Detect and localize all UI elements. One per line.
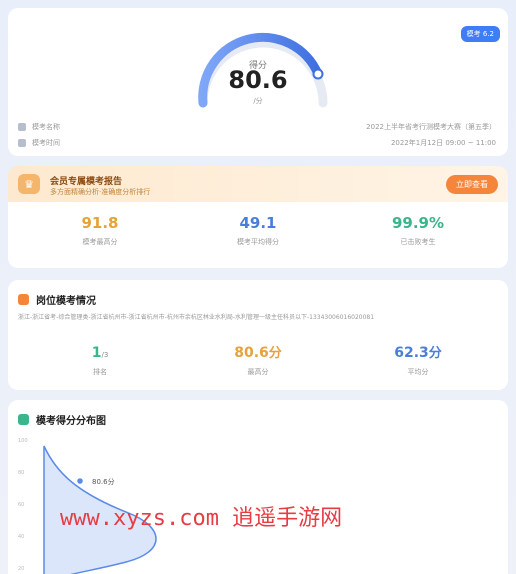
exam-name-label: 模考名称 [32,123,60,131]
stat-average-value: 49.1 [239,214,277,232]
rank-label: 排名 [93,368,107,376]
member-report-banner[interactable]: ♛ 会员专属模考报告 多方面精确分析·准确度分析排行 立即查看 [8,166,508,202]
score-unit: /分 [253,97,263,105]
distribution-card: 模考得分分布图 100 80 60 40 20 80.6分 [8,400,508,574]
exam-name-value: 2022上半年省考行测模考大赛（第五季） [366,123,496,131]
position-title: 岗位模考情况 [18,292,96,307]
position-average-label: 平均分 [407,368,429,376]
score-value: 80.6 [228,66,288,94]
score-card: 模考 6.2 得分 80.6 /分 模考名称 2022上半年省考行测模考大赛（第… [8,8,508,156]
exam-stats-card: 91.8 模考最高分 49.1 模考平均得分 99.9% 已击败考生 [8,202,508,268]
position-highest-value: 80.6 [234,345,269,361]
stat-beaten-label: 已击败考生 [400,238,436,246]
y-tick-80: 80 [18,470,24,476]
stat-beaten: 99.9% 已击败考生 [338,214,498,247]
distribution-title-text: 模考得分分布图 [36,416,106,427]
exam-time-label: 模考时间 [32,139,60,147]
stat-highest: 91.8 模考最高分 [20,214,180,247]
y-tick-40: 40 [18,534,24,540]
crown-icon: ♛ [18,174,40,194]
exam-time-value: 2022年1月12日 09:00 ~ 11:00 [390,139,496,147]
y-tick-100: 100 [18,438,28,444]
rank-value: 1 [91,345,102,361]
exam-name-row: 模考名称 2022上半年省考行测模考大赛（第五季） [18,122,496,132]
y-tick-20: 20 [18,566,24,572]
position-rank: 1/3 排名 [20,342,180,377]
stat-highest-value: 91.8 [81,214,119,232]
exam-time-row: 模考时间 2022年1月12日 09:00 ~ 11:00 [18,138,496,148]
position-highest-unit: 分 [268,346,282,361]
member-report-title: 会员专属模考报告 [50,177,123,187]
score-marker-label: 80.6分 [92,477,115,486]
y-tick-60: 60 [18,502,24,508]
stat-highest-label: 模考最高分 [82,238,118,246]
position-highest: 80.6分 最高分 [178,342,338,377]
position-title-text: 岗位模考情况 [36,296,96,307]
position-highest-label: 最高分 [247,368,269,376]
watermark-text: www.xyzs.com 逍遥手游网 [60,506,343,531]
position-card: 岗位模考情况 浙江-浙江省考-综合管理类-浙江省杭州市-浙江省杭州市-杭州市余杭… [8,280,508,390]
version-badge[interactable]: 模考 6.2 [460,26,500,42]
position-path: 浙江-浙江省考-综合管理类-浙江省杭州市-浙江省杭州市-杭州市余杭区林业水利局-… [18,314,375,321]
view-now-button[interactable]: 立即查看 [446,175,498,194]
position-average-value: 62.3 [394,345,429,361]
member-report-subtitle: 多方面精确分析·准确度分析排行 [50,188,151,196]
document-icon [18,123,26,131]
stat-average-label: 模考平均得分 [237,238,279,246]
position-average: 62.3分 平均分 [338,342,498,377]
stat-average: 49.1 模考平均得分 [178,214,338,247]
position-icon [18,294,29,305]
stat-beaten-value: 99.9% [391,214,445,232]
rank-unit: /3 [101,351,109,359]
score-marker [75,476,85,486]
distribution-title: 模考得分分布图 [18,412,106,427]
chart-icon [18,414,29,425]
clock-icon [18,139,26,147]
position-average-unit: 分 [428,346,442,361]
